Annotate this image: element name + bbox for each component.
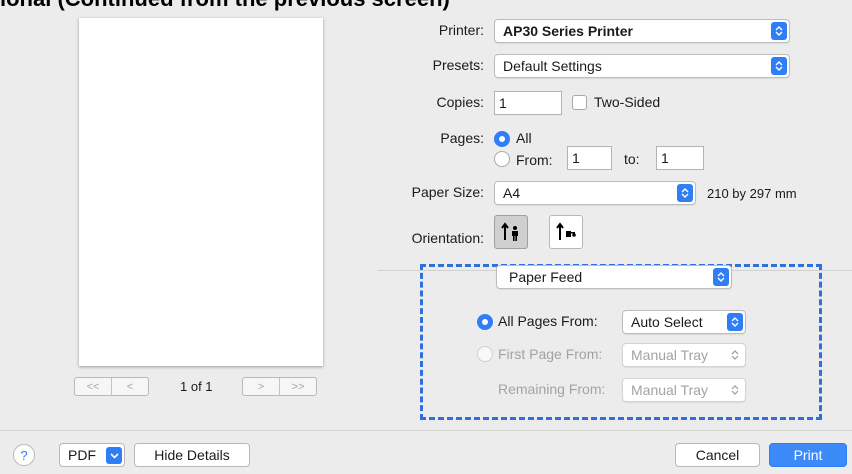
- pages-all-radio[interactable]: [494, 131, 510, 147]
- portrait-icon: [501, 222, 518, 241]
- first-page-from-value: Manual Tray: [631, 347, 709, 363]
- chevron-updown-icon: [727, 346, 743, 364]
- copies-label: Copies:: [436, 94, 484, 110]
- all-pages-from-popup[interactable]: Auto Select: [622, 310, 746, 334]
- printer-popup[interactable]: AP30 Series Printer: [494, 19, 790, 43]
- first-page-from-label: First Page From:: [498, 346, 603, 362]
- pages-from-field[interactable]: 1: [567, 146, 612, 170]
- paper-size-popup[interactable]: A4: [494, 181, 696, 205]
- copies-field[interactable]: 1: [494, 91, 562, 115]
- chevron-updown-icon: [771, 57, 787, 75]
- chevron-updown-icon: [771, 22, 787, 40]
- hide-details-button[interactable]: Hide Details: [134, 443, 250, 467]
- preview-nav-forward-group: > >>: [242, 377, 317, 396]
- chevron-updown-icon: [713, 268, 729, 286]
- previous-page-button[interactable]: <: [111, 378, 148, 395]
- footer-divider: [0, 430, 852, 431]
- remaining-from-value: Manual Tray: [631, 382, 709, 398]
- portrait-button[interactable]: [494, 215, 528, 249]
- pages-label: Pages:: [440, 130, 484, 146]
- pages-to-label: to:: [624, 151, 640, 167]
- section-popup-value: Paper Feed: [509, 269, 583, 285]
- page-preview: [79, 18, 323, 366]
- section-popup[interactable]: Paper Feed: [496, 265, 732, 289]
- first-page-button[interactable]: <<: [75, 378, 111, 395]
- help-button[interactable]: ?: [13, 444, 35, 466]
- chevron-updown-icon: [727, 313, 743, 331]
- chevron-updown-icon: [677, 184, 693, 202]
- printer-value: AP30 Series Printer: [503, 23, 633, 39]
- presets-value: Default Settings: [503, 58, 602, 74]
- all-pages-from-radio[interactable]: [477, 314, 493, 330]
- cancel-button[interactable]: Cancel: [675, 443, 760, 467]
- presets-label: Presets:: [432, 57, 484, 73]
- pages-from-radio[interactable]: [494, 151, 510, 167]
- pages-from-label: From:: [516, 152, 553, 168]
- landscape-button[interactable]: [549, 215, 583, 249]
- all-pages-from-value: Auto Select: [631, 314, 703, 330]
- pdf-menu-button[interactable]: PDF: [59, 443, 125, 467]
- printer-label: Printer:: [438, 22, 484, 38]
- paper-size-label: Paper Size:: [411, 184, 484, 200]
- chevron-down-icon: [106, 447, 122, 464]
- pages-to-field[interactable]: 1: [656, 146, 704, 170]
- pages-all-label: All: [516, 130, 532, 146]
- all-pages-from-label: All Pages From:: [498, 313, 598, 329]
- presets-popup[interactable]: Default Settings: [494, 54, 790, 78]
- first-page-from-popup[interactable]: Manual Tray: [622, 343, 746, 367]
- two-sided-label: Two-Sided: [594, 94, 661, 110]
- first-page-from-radio[interactable]: [477, 346, 493, 362]
- paper-dimensions: 210 by 297 mm: [707, 186, 797, 201]
- print-button[interactable]: Print: [769, 443, 847, 467]
- cut-off-header: ional (Continued from the previous scree…: [0, 0, 450, 12]
- page-indicator: 1 of 1: [180, 379, 213, 394]
- last-page-button[interactable]: >>: [279, 378, 316, 395]
- remaining-from-label: Remaining From:: [498, 381, 606, 397]
- landscape-icon: [556, 222, 576, 240]
- remaining-from-popup[interactable]: Manual Tray: [622, 378, 746, 402]
- pdf-label: PDF: [68, 447, 96, 463]
- next-page-button[interactable]: >: [243, 378, 279, 395]
- paper-size-value: A4: [503, 185, 521, 201]
- orientation-label: Orientation:: [411, 230, 484, 246]
- preview-nav-back-group: << <: [74, 377, 149, 396]
- two-sided-checkbox[interactable]: [572, 95, 587, 110]
- chevron-updown-icon: [727, 381, 743, 399]
